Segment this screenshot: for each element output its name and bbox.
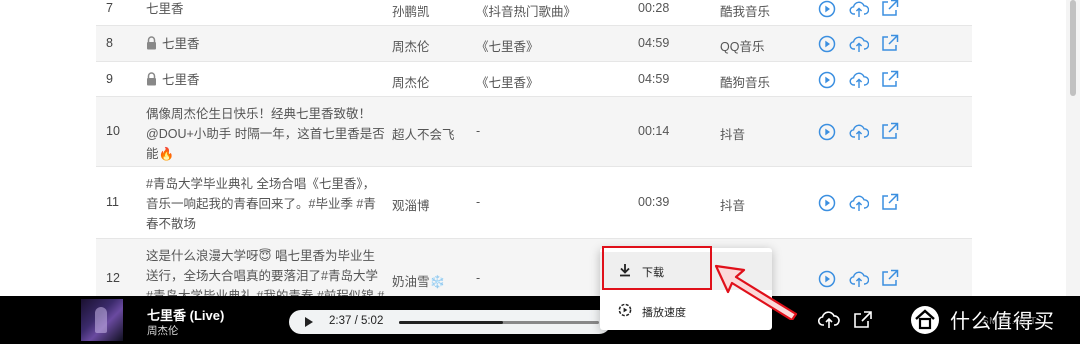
external-link-icon[interactable]	[881, 0, 899, 17]
row-index: 7	[106, 1, 113, 15]
lock-icon	[146, 71, 162, 87]
player-bar: 七里香 (Live) 周杰伦 2:37 / 5:02 什么值得买 SMYZ.NE…	[0, 296, 1080, 344]
watermark-logo-icon	[910, 305, 940, 335]
row-source: 抖音	[720, 199, 746, 213]
cloud-upload-icon[interactable]	[849, 194, 869, 212]
scrollbar[interactable]	[1066, 0, 1080, 296]
cloud-upload-icon[interactable]	[818, 310, 840, 330]
row-source: 抖音	[720, 128, 746, 142]
row-title-text: 七里香	[162, 37, 200, 51]
row-title: 偶像周杰伦生日快乐！经典七里香致敬！@DOU+小助手 时隔一年，这首七里香是否能…	[146, 104, 386, 164]
row-index: 11	[106, 195, 119, 209]
play-circle-icon[interactable]	[818, 0, 836, 18]
progress-track[interactable]	[399, 321, 599, 324]
play-circle-icon[interactable]	[818, 194, 836, 212]
row-duration: 04:59	[638, 36, 670, 50]
scrollbar-thumb[interactable]	[1070, 0, 1076, 96]
row-artist: 奶油雪❄️	[392, 275, 446, 289]
row-title-text: 这是什么浪漫大学呀😇 唱七里香为毕业生送行，全场大合唱真的要落泪了#青岛大学 #…	[146, 249, 385, 296]
playback-time: 2:37 / 5:02	[329, 315, 384, 327]
cloud-upload-icon[interactable]	[849, 71, 869, 89]
row-title: 这是什么浪漫大学呀😇 唱七里香为毕业生送行，全场大合唱真的要落泪了#青岛大学 #…	[146, 246, 386, 296]
play-circle-icon[interactable]	[818, 270, 836, 288]
external-link-icon[interactable]	[881, 34, 899, 52]
table-row[interactable]: 10 偶像周杰伦生日快乐！经典七里香致敬！@DOU+小助手 时隔一年，这首七里香是…	[96, 97, 972, 167]
playback-speed-icon	[618, 303, 632, 320]
external-link-icon[interactable]	[881, 70, 899, 88]
row-album: 《七里香》	[476, 75, 539, 90]
row-index: 9	[106, 71, 113, 86]
annotation-arrow	[700, 250, 810, 325]
row-source: QQ音乐	[720, 40, 765, 54]
play-circle-icon[interactable]	[818, 71, 836, 89]
cloud-upload-icon[interactable]	[849, 0, 869, 18]
row-album: 《七里香》	[476, 40, 539, 54]
player-song-artist: 周杰伦	[147, 325, 179, 337]
table-row[interactable]: 11 #青岛大学毕业典礼 全场合唱《七里香》，音乐一响起我的青春回来了。#毕业季 …	[96, 167, 972, 239]
row-artist: 周杰伦	[392, 75, 430, 90]
external-link-icon[interactable]	[853, 311, 873, 329]
row-title: 七里香	[146, 0, 386, 19]
row-source: 酷我音乐	[720, 5, 771, 19]
song-table: 7 七里香 孙鹏凯 《抖音热门歌曲》 00:28 酷我音乐 8 七里香 周杰伦 《七里香》 04:5…	[96, 0, 972, 296]
player-song-title: 七里香 (Live)	[147, 308, 225, 323]
watermark-small-text: SMYZ.NET	[982, 316, 1037, 327]
play-circle-icon[interactable]	[818, 35, 836, 53]
row-title-text: 七里香	[162, 72, 200, 87]
row-duration: 04:59	[638, 71, 670, 86]
table-row[interactable]: 7 七里香 孙鹏凯 《抖音热门歌曲》 00:28 酷我音乐	[96, 0, 972, 26]
lock-icon	[146, 36, 162, 51]
progress-fill	[399, 321, 503, 324]
cloud-upload-icon[interactable]	[849, 123, 869, 141]
row-title: #青岛大学毕业典礼 全场合唱《七里香》，音乐一响起我的青春回来了。#毕业季 #青…	[146, 174, 386, 234]
row-title-text: 偶像周杰伦生日快乐！经典七里香致敬！@DOU+小助手 时隔一年，这首七里香是否能…	[146, 107, 385, 161]
row-duration: 00:28	[638, 1, 670, 15]
row-title: 七里香	[146, 70, 386, 90]
table-row[interactable]: 9 七里香 周杰伦 《七里香》 04:59 酷狗音乐	[96, 62, 972, 97]
external-link-icon[interactable]	[881, 122, 899, 140]
external-link-icon[interactable]	[881, 269, 899, 287]
cloud-upload-icon[interactable]	[849, 270, 869, 288]
row-artist: 超人不会飞	[392, 128, 455, 142]
row-title: 七里香	[146, 34, 386, 54]
row-album: -	[476, 124, 481, 138]
row-source: 酷狗音乐	[720, 75, 771, 90]
download-highlight-box	[602, 246, 712, 290]
row-title-text: 七里香	[146, 2, 184, 16]
menu-speed-label: 播放速度	[642, 307, 686, 319]
row-artist: 观淄博	[392, 199, 430, 213]
row-index: 10	[106, 124, 120, 138]
row-duration: 00:39	[638, 195, 670, 209]
row-title-text: #青岛大学毕业典礼 全场合唱《七里香》，音乐一响起我的青春回来了。#毕业季 #青…	[146, 177, 376, 231]
row-index: 8	[106, 36, 113, 50]
row-artist: 周杰伦	[392, 40, 430, 54]
play-circle-icon[interactable]	[818, 123, 836, 141]
play-icon[interactable]	[305, 317, 313, 327]
row-album: -	[476, 271, 481, 285]
table-row[interactable]: 12 这是什么浪漫大学呀😇 唱七里香为毕业生送行，全场大合唱真的要落泪了#青岛大学…	[96, 239, 972, 296]
table-row[interactable]: 8 七里香 周杰伦 《七里香》 04:59 QQ音乐	[96, 26, 972, 62]
row-duration: 00:14	[638, 124, 670, 138]
cloud-upload-icon[interactable]	[849, 35, 869, 53]
row-album: 《抖音热门歌曲》	[476, 5, 577, 19]
audio-control[interactable]: 2:37 / 5:02	[289, 310, 611, 334]
row-artist: 孙鹏凯	[392, 5, 430, 19]
row-index: 12	[106, 271, 120, 285]
external-link-icon[interactable]	[881, 193, 899, 211]
album-cover[interactable]	[81, 299, 123, 341]
row-album: -	[476, 195, 481, 209]
